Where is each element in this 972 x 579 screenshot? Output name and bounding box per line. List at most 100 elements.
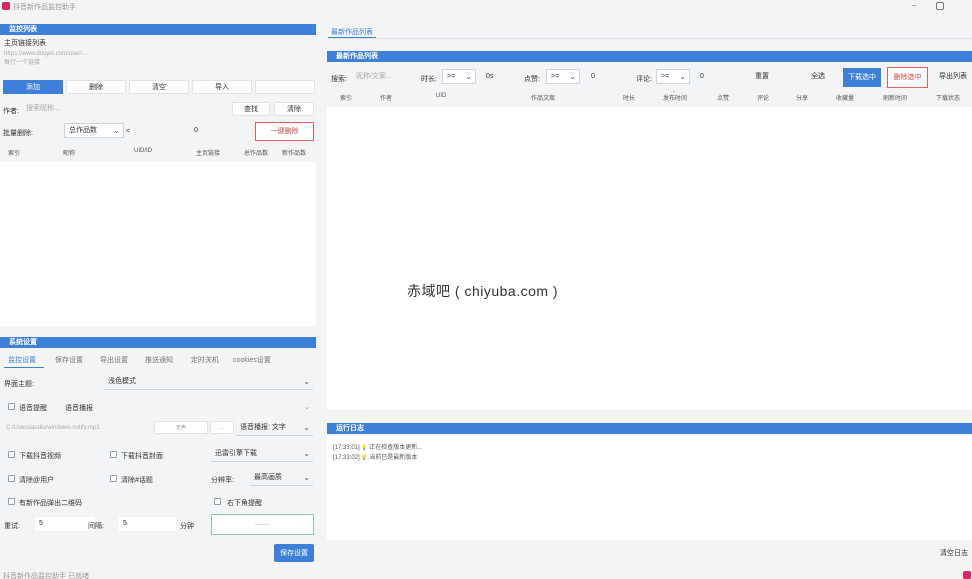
app-logo-icon [2, 2, 10, 10]
sound-path-input[interactable]: C:/Users/audio/windows-notify.mp3 [6, 425, 100, 431]
minimize-icon[interactable]: – [912, 1, 916, 10]
tab-cookies[interactable]: cookies设置 [233, 355, 271, 365]
column-header: 时长 [623, 96, 636, 102]
sound-cell-b[interactable]: ... [210, 421, 234, 434]
chevron-down-icon: ⌄ [303, 473, 310, 482]
batch-field-select[interactable]: 总作品数 ⌄ [64, 123, 124, 138]
sort-indicator-icon: ⌄ [672, 88, 677, 94]
clear-button[interactable]: 清空 [129, 80, 189, 94]
likes-label: 点赞: [524, 76, 540, 83]
duration-label: 时长: [421, 76, 437, 83]
retry-label: 重试: [4, 523, 20, 530]
broadcast-select[interactable]: 语音播报: 文字 ⌄ [236, 421, 313, 436]
tab-latest-works[interactable]: 最新作品列表 [331, 27, 373, 37]
chevron-down-icon: ⌄ [113, 126, 120, 135]
column-header: 收藏量 [836, 96, 855, 102]
latest-works-header: 最新作品列表 [327, 51, 972, 62]
works-table-body[interactable] [327, 107, 972, 410]
save-settings-button[interactable]: 保存设置 [274, 544, 314, 562]
download-video-checkbox[interactable] [8, 451, 15, 458]
log-text: 当前已是最新版本 [369, 455, 418, 461]
sound-alert-label: 语音提醒 [19, 405, 47, 412]
clear-search-button[interactable]: 清除 [274, 102, 314, 116]
duration-value-input[interactable]: 0s [482, 70, 514, 84]
tab-shutdown[interactable]: 定时关机 [191, 355, 219, 365]
tab-save[interactable]: 保存设置 [55, 355, 83, 365]
tab-monitor[interactable]: 监控设置 [8, 355, 36, 365]
status-corner-icon [963, 571, 971, 579]
remove-topic-checkbox[interactable] [110, 475, 117, 482]
engine-select[interactable]: 迅雷引擎下载 ⌄ [211, 447, 313, 462]
chevron-down-icon[interactable]: ⌄ [304, 403, 310, 411]
batch-field-value: 总作品数 [69, 127, 97, 134]
interval-label: 间隔: [88, 523, 104, 530]
title-bar: 抖音新作品监控助手 – [0, 0, 972, 13]
corner-alert-checkbox[interactable] [214, 498, 221, 505]
column-header: 主页链接 [196, 151, 221, 157]
homepage-label: 主页链接列表 [4, 40, 46, 47]
sound-alert-checkbox[interactable] [8, 403, 15, 410]
chevron-down-icon: ⌄ [465, 72, 472, 81]
author-label: 作者: [3, 108, 19, 115]
interval-input[interactable]: 5 [119, 517, 176, 531]
settings-header: 系统设置 [0, 337, 316, 348]
likes-value-input[interactable]: 0 [587, 70, 625, 84]
download-selected-button[interactable]: 下载选中 [843, 68, 881, 87]
one-click-delete-button[interactable]: 一键删除 [255, 122, 314, 141]
import-button[interactable]: 导入 [192, 80, 252, 94]
download-cover-checkbox[interactable] [110, 451, 117, 458]
retry-input[interactable]: 5 [35, 517, 95, 531]
select-all-button[interactable]: 全选 [798, 69, 838, 85]
theme-select[interactable]: 浅色模式 ⌄ [104, 375, 313, 390]
homepage-links-input[interactable]: https://www.douyin.com/user/... 每行一个链接 [4, 50, 316, 72]
column-header: 索引 [8, 151, 21, 157]
new-work-qr-checkbox[interactable] [8, 498, 15, 505]
log-body [327, 436, 972, 540]
log-time: [17:33:02] [333, 455, 360, 461]
theme-value: 浅色模式 [108, 378, 136, 385]
batch-value-input[interactable]: 0 [190, 124, 250, 138]
likes-op-select[interactable]: >= ⌄ [546, 69, 580, 84]
lightbulb-icon: 💡 [361, 445, 368, 451]
broadcast-value: 语音播报: 文字 [240, 424, 286, 431]
monitor-table-body[interactable] [0, 162, 316, 326]
watermark-text: 赤域吧 ( chiyuba.com ) [407, 283, 559, 299]
work-search-input[interactable]: 昵称/文案... [352, 70, 412, 84]
log-line: [17:33:02] 💡 当前已是最新版本 [333, 452, 417, 461]
tab-push[interactable]: 推送通知 [145, 355, 173, 365]
remove-topic-label: 清除#话题 [121, 477, 153, 484]
add-button[interactable]: 添加 [3, 80, 63, 94]
column-header: 昵称 [63, 151, 76, 157]
export-list-button[interactable]: 导出列表 [934, 69, 972, 85]
chevron-down-icon: ⌄ [679, 72, 686, 81]
duration-op-select[interactable]: >= ⌄ [442, 69, 476, 84]
delete-button[interactable]: 删除 [66, 80, 126, 94]
corner-alert-label: 右下角提醒 [227, 500, 262, 507]
lightbulb-icon: 💡 [361, 455, 368, 461]
chevron-down-icon: ⌄ [303, 449, 310, 458]
start-monitor-button[interactable]: --------- [211, 514, 314, 535]
empty-action-button[interactable] [255, 80, 315, 94]
window-title: 抖音新作品监控助手 [13, 4, 76, 11]
monitor-list-header: 监控列表 [0, 24, 316, 35]
clear-log-button[interactable]: 清空日志 [936, 548, 972, 560]
comments-value-input[interactable]: 0 [696, 70, 736, 84]
right-top-divider [326, 38, 972, 39]
remove-at-checkbox[interactable] [8, 475, 15, 482]
log-time: [17:33:01] [333, 445, 360, 451]
column-header: UID/ID [134, 148, 152, 154]
comments-op-select[interactable]: >= ⌄ [656, 69, 690, 84]
chevron-down-icon: ⌄ [569, 72, 576, 81]
find-button[interactable]: 查找 [232, 102, 270, 116]
download-video-label: 下载抖音视频 [19, 453, 61, 460]
comments-label: 评论: [636, 76, 652, 83]
author-search-input[interactable]: 搜索昵称... [22, 102, 228, 116]
column-header: 新作品数 [282, 151, 307, 157]
maximize-icon[interactable] [936, 2, 944, 10]
delete-selected-button[interactable]: 删除选中 [887, 67, 928, 88]
resolution-label: 分辨率: [211, 477, 234, 484]
reset-button[interactable]: 重置 [742, 69, 782, 85]
tab-export[interactable]: 导出设置 [100, 355, 128, 365]
sound-cell-a[interactable]: 无声 [154, 421, 208, 434]
resolution-select[interactable]: 最高画质 ⌄ [250, 471, 313, 486]
